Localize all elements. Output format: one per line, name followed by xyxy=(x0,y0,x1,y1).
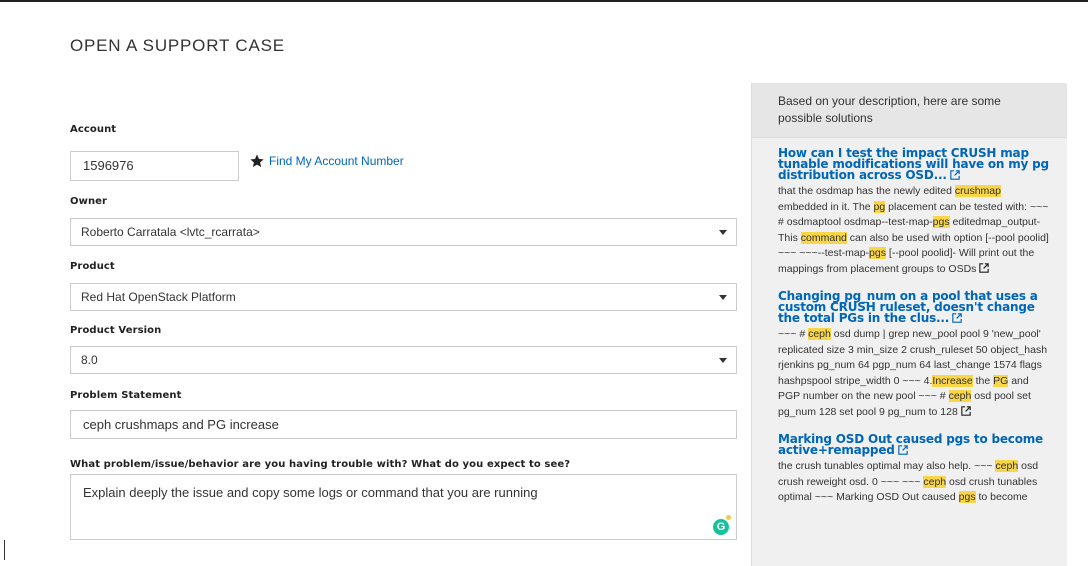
description-textarea[interactable]: Explain deeply the issue and copy some l… xyxy=(70,474,737,540)
external-link-button[interactable] xyxy=(958,405,971,418)
external-link-icon xyxy=(979,262,990,273)
solution-item: Marking OSD Out caused pgs to become act… xyxy=(778,432,1053,506)
snippet-text: ~~~ # xyxy=(778,328,809,340)
external-link-icon xyxy=(952,313,962,323)
solution-item: Changing pg_num on a pool that uses a cu… xyxy=(778,289,1053,420)
account-input[interactable]: 1596976 xyxy=(70,151,239,181)
account-label: Account xyxy=(70,124,117,135)
highlighted-term: crushmap xyxy=(954,185,1001,197)
chevron-down-icon xyxy=(719,358,727,363)
highlighted-term: pgs xyxy=(869,247,886,259)
highlighted-term: pg xyxy=(873,200,886,213)
solution-item: How can I test the impact CRUSH map tuna… xyxy=(778,146,1053,277)
highlighted-term: command xyxy=(800,231,847,244)
product-label: Product xyxy=(70,261,115,272)
external-link-icon xyxy=(897,445,908,455)
grammarly-icon[interactable]: G xyxy=(713,519,729,535)
owner-label: Owner xyxy=(70,196,108,207)
product-version-select[interactable]: 8.0 xyxy=(70,346,737,374)
solution-snippet: the crush tunables optimal may also help… xyxy=(778,459,1053,506)
highlighted-term: Increase xyxy=(932,374,973,387)
product-version-label: Product Version xyxy=(70,325,162,336)
highlighted-term: ceph xyxy=(995,460,1019,472)
snippet-text: the xyxy=(972,374,994,387)
external-link-icon xyxy=(961,405,971,416)
external-link-button[interactable] xyxy=(976,262,990,275)
solutions-heading: Based on your description, here are some… xyxy=(752,83,1067,138)
solution-title-link[interactable]: How can I test the impact CRUSH map tuna… xyxy=(778,146,1053,182)
highlighted-term: ceph xyxy=(923,475,947,488)
snippet-text: to become xyxy=(975,491,1028,503)
owner-select[interactable]: Roberto Carratala <lvtc_rcarrata> xyxy=(70,218,737,246)
snippet-text: embedded in it. The xyxy=(778,200,874,213)
product-version-value: 8.0 xyxy=(81,353,98,367)
text-cursor xyxy=(4,540,5,560)
highlighted-term: PG xyxy=(993,374,1009,387)
highlighted-term: pgs xyxy=(958,491,976,503)
product-value: Red Hat OpenStack Platform xyxy=(81,290,236,304)
solution-title-link[interactable]: Marking OSD Out caused pgs to become act… xyxy=(778,432,1053,457)
snippet-text: that the osdmap has the newly edited xyxy=(778,185,955,197)
notification-dot xyxy=(726,515,731,520)
solutions-list: How can I test the impact CRUSH map tuna… xyxy=(752,138,1067,506)
find-account-link-group[interactable]: Find My Account Number xyxy=(249,153,404,169)
description-label: What problem/issue/behavior are you havi… xyxy=(70,459,571,470)
page-title: OPEN A SUPPORT CASE xyxy=(70,36,285,55)
highlighted-term: pgs xyxy=(932,216,950,228)
solution-snippet: that the osdmap has the newly edited cru… xyxy=(778,184,1053,277)
chevron-down-icon xyxy=(719,230,727,235)
solution-snippet: ~~~ # ceph osd dump | grep new_pool pool… xyxy=(778,327,1053,420)
external-link-icon xyxy=(949,170,960,180)
star-icon xyxy=(250,154,264,168)
highlighted-term: ceph xyxy=(948,390,972,402)
product-select[interactable]: Red Hat OpenStack Platform xyxy=(70,283,737,311)
problem-statement-label: Problem Statement xyxy=(70,390,182,401)
top-border xyxy=(0,0,1088,2)
description-value: Explain deeply the issue and copy some l… xyxy=(83,485,538,500)
solution-title-text: How can I test the impact CRUSH map tuna… xyxy=(778,146,1049,182)
solution-title-link[interactable]: Changing pg_num on a pool that uses a cu… xyxy=(778,289,1053,325)
solution-title-text: Marking OSD Out caused pgs to become act… xyxy=(778,432,1043,457)
owner-value: Roberto Carratala <lvtc_rcarrata> xyxy=(81,225,260,239)
highlighted-term: ceph xyxy=(808,328,831,340)
snippet-text: the crush tunables optimal may also help… xyxy=(778,460,996,472)
solutions-panel: Based on your description, here are some… xyxy=(751,83,1067,566)
find-account-number-link[interactable]: Find My Account Number xyxy=(269,154,404,168)
solution-title-text: Changing pg_num on a pool that uses a cu… xyxy=(778,289,1038,325)
problem-statement-input[interactable]: ceph crushmaps and PG increase xyxy=(70,410,737,439)
chevron-down-icon xyxy=(719,295,727,300)
